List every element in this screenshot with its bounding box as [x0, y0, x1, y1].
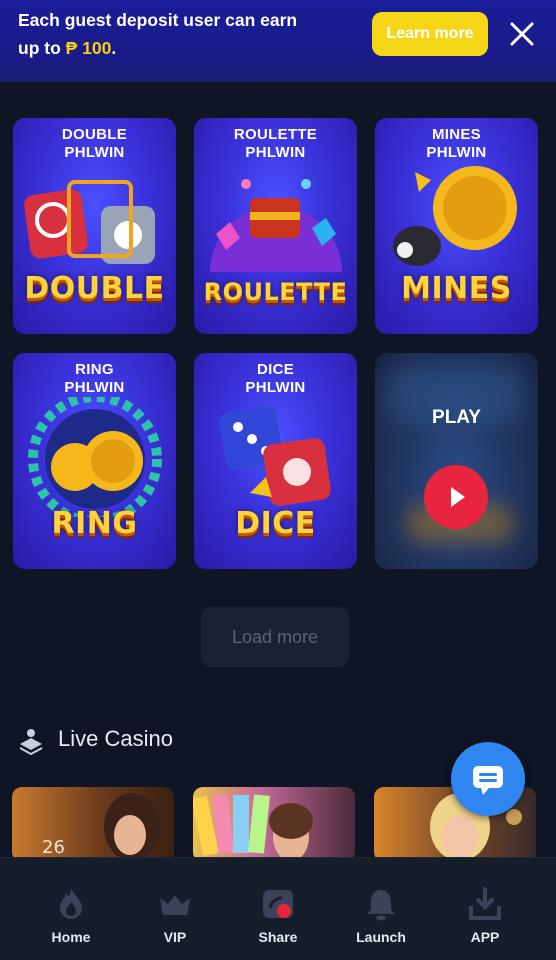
double-game-art-icon: [24, 180, 155, 264]
chat-support-button[interactable]: [451, 742, 525, 816]
promo-line2-suffix: .: [111, 38, 117, 58]
promo-amount: 100: [77, 38, 112, 58]
nav-label: Share: [258, 929, 298, 945]
game-logo: MINES: [401, 271, 512, 306]
game-logo: DICE: [235, 506, 316, 541]
live-casino-title: Live Casino: [58, 726, 173, 751]
nav-launch[interactable]: Launch: [336, 858, 426, 960]
nav-share[interactable]: Share: [233, 858, 323, 960]
crown-icon: [160, 895, 190, 915]
game-title: ROULETTE PHLWIN: [233, 126, 318, 161]
game-logo: ROULETTE: [203, 278, 348, 306]
nav-label: VIP: [163, 929, 187, 945]
play-label: PLAY: [432, 407, 481, 428]
game-card-ring[interactable]: RING PHLWIN RING: [13, 353, 176, 569]
currency-symbol: ₱: [65, 38, 78, 58]
dealer-image: 26: [42, 793, 160, 861]
play-icon[interactable]: [424, 465, 488, 529]
nav-label: Home: [51, 929, 91, 945]
game-card-dice[interactable]: DICE PHLWIN DICE: [194, 353, 357, 569]
nav-app[interactable]: APP: [440, 858, 530, 960]
load-more-button[interactable]: Load more: [201, 607, 349, 667]
nav-home[interactable]: Home: [26, 858, 116, 960]
download-icon: [469, 887, 501, 920]
mines-game-art-icon: [393, 166, 517, 266]
promo-line1: Each guest deposit user can earn: [18, 10, 298, 30]
flame-icon: [60, 889, 82, 919]
bottom-nav: Home VIP Share Launch APP: [0, 857, 556, 960]
share-icon: [263, 890, 293, 918]
game-title: DICE PHLWIN: [245, 361, 306, 396]
nav-label: APP: [470, 929, 500, 945]
dealer-image: [193, 794, 313, 861]
chat-icon: [473, 766, 503, 795]
nav-vip[interactable]: VIP: [130, 858, 220, 960]
dice-game-art-icon: [218, 405, 331, 506]
nav-label: Launch: [356, 929, 406, 945]
live-game-thumbnail[interactable]: [193, 787, 355, 862]
roulette-game-art-icon: [210, 179, 342, 272]
promo-line2-prefix: up to: [18, 38, 66, 58]
promo-text: Each guest deposit user can earn up to ₱…: [18, 6, 348, 62]
svg-text:26: 26: [42, 837, 65, 858]
game-card-play[interactable]: PLAY: [375, 353, 538, 569]
game-card-roulette[interactable]: ROULETTE PHLWIN ROULETTE: [194, 118, 357, 334]
live-casino-icon: [19, 729, 43, 756]
game-title: RING PHLWIN: [64, 361, 125, 396]
promo-banner: Each guest deposit user can earn up to ₱…: [0, 0, 556, 82]
live-game-thumbnail[interactable]: 26: [12, 787, 174, 862]
game-card-double[interactable]: DOUBLE PHLWIN DOUBLE: [13, 118, 176, 334]
close-icon[interactable]: [506, 18, 538, 50]
ring-game-art-icon: [28, 397, 162, 517]
game-logo: RING: [51, 506, 138, 541]
app-root: Each guest deposit user can earn up to ₱…: [0, 0, 556, 960]
game-card-mines[interactable]: MINES PHLWIN MINES: [375, 118, 538, 334]
bell-icon: [367, 890, 395, 921]
game-title: MINES PHLWIN: [426, 126, 487, 161]
game-title: DOUBLE PHLWIN: [61, 126, 128, 161]
learn-more-button[interactable]: Learn more: [372, 12, 488, 56]
game-logo: DOUBLE: [24, 271, 165, 306]
